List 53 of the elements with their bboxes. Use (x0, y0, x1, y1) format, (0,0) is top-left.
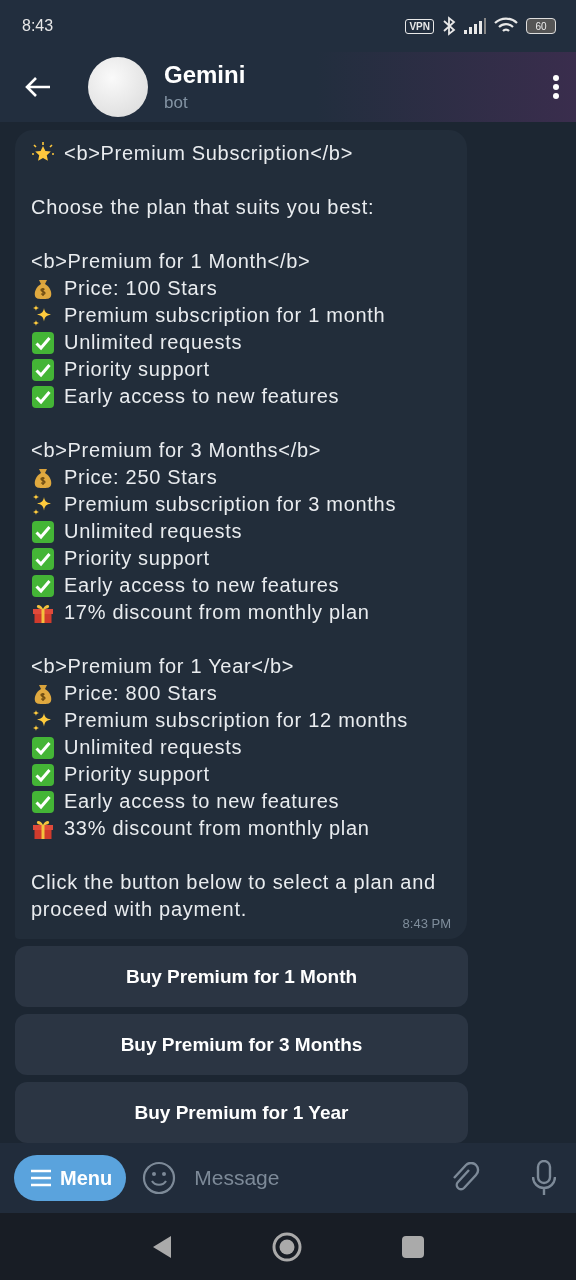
battery-indicator: 60 (526, 18, 556, 34)
chat-subtitle: bot (164, 93, 188, 113)
message-text: Choose the plan that suits you best: (31, 195, 375, 220)
message-text: Priority support (64, 357, 210, 382)
message-text: Unlimited requests (64, 735, 243, 760)
check-mark-icon (31, 573, 55, 598)
check-mark-icon (31, 762, 55, 787)
message-text: Price: 250 Stars (64, 465, 218, 490)
message-text: 17% discount from monthly plan (64, 600, 370, 625)
more-options-icon[interactable] (552, 75, 560, 99)
vpn-indicator: VPN (405, 18, 434, 34)
recents-icon[interactable] (402, 1235, 424, 1258)
message-field[interactable]: Message (192, 1165, 434, 1191)
message-text: <b>Premium Subscription</b> (64, 141, 354, 166)
message-text: Early access to new features (64, 789, 340, 814)
inline-button[interactable]: Buy Premium for 1 Month (15, 946, 468, 1007)
message-text: Price: 100 Stars (64, 276, 218, 301)
message-text: Early access to new features (64, 384, 340, 409)
message-text: Premium subscription for 1 month (64, 303, 386, 328)
clock-time: 8:43 (22, 17, 54, 35)
menu-icon (30, 1169, 52, 1187)
microphone-icon[interactable] (532, 1160, 556, 1196)
message-text: <b>Premium for 1 Year</b> (31, 654, 295, 679)
message-text: Premium subscription for 3 months (64, 492, 397, 517)
message-text: Click the button below to select a plan and proceed with payment. (31, 870, 436, 920)
chat-title: Gemini (164, 61, 246, 89)
message-text: Price: 800 Stars (64, 681, 218, 706)
check-mark-icon (31, 789, 55, 814)
message-text: Premium subscription for 12 months (64, 708, 408, 733)
message-text: <b>Premium for 1 Month</b> (31, 249, 311, 274)
message-time: 8:43 PM (401, 917, 451, 931)
message-text: Unlimited requests (64, 519, 243, 544)
emoji-icon[interactable] (142, 1161, 177, 1195)
message-text: Unlimited requests (64, 330, 243, 355)
avatar[interactable] (88, 57, 148, 117)
bluetooth-icon (442, 16, 456, 36)
message-text: Priority support (64, 762, 210, 787)
message-text: Early access to new features (64, 573, 340, 598)
message-text: <b>Premium for 3 Months</b> (31, 438, 322, 463)
home-icon[interactable] (272, 1231, 302, 1262)
check-mark-icon (31, 330, 55, 355)
check-mark-icon (31, 384, 55, 409)
back-icon[interactable] (152, 1234, 172, 1259)
inline-button[interactable]: Buy Premium for 3 Months (15, 1014, 468, 1075)
message-text: Priority support (64, 546, 210, 571)
check-mark-icon (31, 357, 55, 382)
message-text: 33% discount from monthly plan (64, 816, 370, 841)
back-arrow-icon[interactable] (24, 75, 52, 99)
check-mark-icon (31, 735, 55, 760)
inline-button[interactable]: Buy Premium for 1 Year (15, 1082, 468, 1143)
check-mark-icon (31, 519, 55, 544)
check-mark-icon (31, 546, 55, 571)
signal-icon (464, 18, 486, 34)
